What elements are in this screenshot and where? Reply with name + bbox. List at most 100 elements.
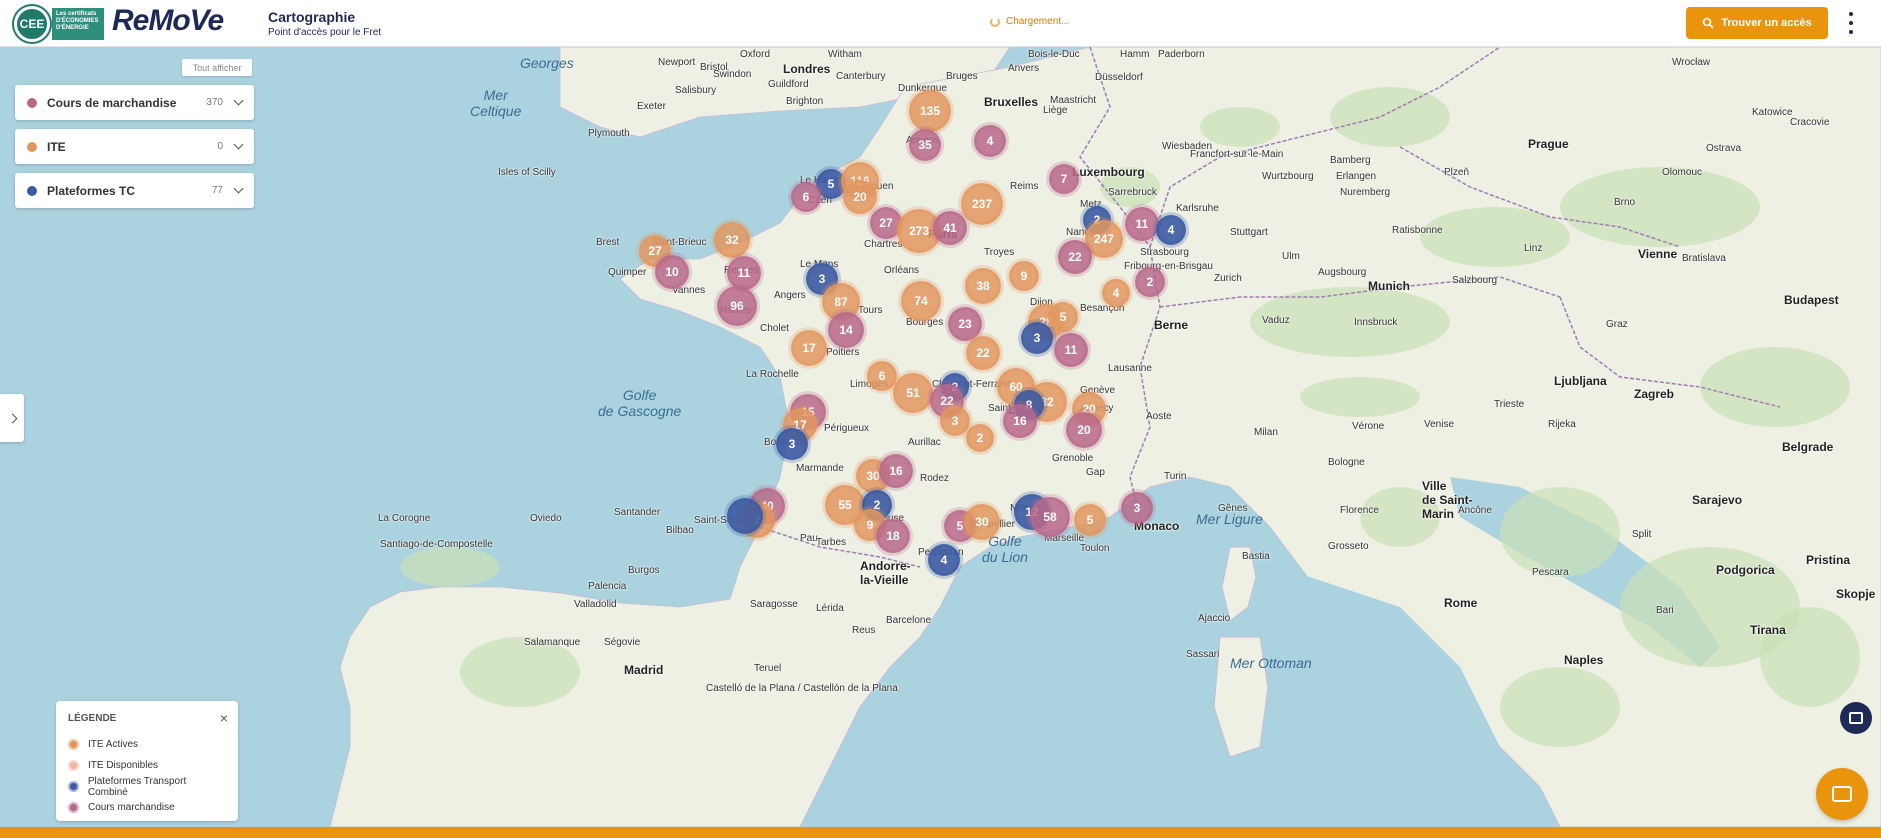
map-label: Wrocław — [1672, 57, 1711, 68]
map-cluster-marker[interactable]: 237 — [961, 183, 1003, 225]
map-label: Innsbruck — [1354, 317, 1398, 328]
map-cluster-marker[interactable]: 3 — [1121, 492, 1153, 524]
map-cluster-marker[interactable]: 17 — [791, 330, 827, 366]
map-label: Swindon — [713, 69, 752, 80]
map-cluster-marker[interactable]: 20 — [1066, 412, 1102, 448]
map-label: Quimper — [608, 267, 647, 278]
map-cluster-marker[interactable]: 6 — [867, 361, 897, 391]
map-legend: LÉGENDE × ITE Actives ITE Disponibles Pl… — [56, 701, 238, 821]
map-cluster-marker[interactable]: 96 — [717, 286, 757, 326]
map-label: Belgrade — [1782, 440, 1834, 454]
map-label: Brighton — [786, 96, 824, 107]
map-label: Exeter — [637, 101, 666, 112]
filter-plateformes-tc[interactable]: Plateformes TC 77 — [15, 173, 254, 208]
more-menu-icon[interactable] — [1844, 12, 1858, 34]
map-cluster-marker[interactable]: 135 — [909, 90, 951, 132]
map-label: Rome — [1444, 596, 1478, 610]
map-cluster-marker[interactable]: 58 — [1030, 497, 1070, 537]
map-cluster-marker[interactable]: 16 — [879, 454, 913, 488]
map-cluster-marker[interactable]: 30 — [964, 504, 1000, 540]
chat-icon — [1832, 786, 1852, 802]
map-cluster-marker[interactable]: 22 — [1058, 240, 1092, 274]
map-label: Golfe de Gascogne — [598, 387, 682, 419]
page-title: Cartographie — [268, 9, 356, 25]
map-cluster-marker[interactable]: 11 — [1054, 333, 1088, 367]
chevron-right-icon — [7, 413, 17, 423]
map-cluster-marker[interactable]: 10 — [655, 255, 689, 289]
map-cluster-marker[interactable]: 5 — [1048, 302, 1078, 332]
legend-dot — [68, 781, 79, 792]
map-label: Ljubljana — [1554, 374, 1607, 388]
legend-label: Cours marchandise — [88, 802, 175, 813]
show-all-button[interactable]: Tout afficher — [182, 59, 252, 76]
map-cluster-marker[interactable]: 2 — [1135, 267, 1165, 297]
map-cluster-marker[interactable]: 35 — [909, 129, 941, 161]
map-cluster-marker[interactable]: 20 — [843, 180, 877, 214]
map-label: Erlangen — [1336, 171, 1377, 182]
map-cluster-marker[interactable]: 4 — [928, 544, 960, 576]
map-label: La Corogne — [378, 513, 431, 524]
map-label: Liège — [1043, 105, 1068, 116]
map-label: Sarrebruck — [1108, 187, 1157, 198]
map-canvas[interactable]: Georges Newport Bristol Londres Oxford Witham… — [0, 47, 1881, 827]
map-label: Ajaccio — [1198, 613, 1231, 624]
map-cluster-marker[interactable]: 74 — [901, 281, 941, 321]
map-label: Hamm — [1120, 49, 1150, 60]
map-cluster-marker[interactable]: 6 — [791, 182, 821, 212]
filter-color-dot — [27, 141, 37, 152]
filter-color-dot — [27, 97, 37, 108]
map-label: Mer Celtique — [470, 87, 522, 119]
map-label: Paderborn — [1158, 49, 1205, 60]
chat-button[interactable] — [1816, 768, 1868, 820]
map-cluster-marker[interactable]: 32 — [714, 222, 750, 258]
forest-area — [1300, 377, 1420, 417]
map-cluster-marker[interactable]: 4 — [1102, 279, 1130, 307]
find-access-button[interactable]: Trouver un accès — [1686, 7, 1828, 39]
map-label: Podgorica — [1716, 563, 1775, 577]
map-label: Wurtzbourg — [1262, 171, 1314, 182]
legend-item: Plateformes Transport Combiné — [68, 775, 226, 798]
map-label: Munich — [1368, 279, 1410, 293]
filter-ite[interactable]: ITE 0 — [15, 129, 254, 164]
sidebar-expand-button[interactable] — [0, 394, 24, 442]
map-cluster-marker[interactable]: 18 — [876, 519, 910, 553]
map-cluster-marker[interactable]: 51 — [893, 373, 933, 413]
map-label: Angers — [774, 290, 806, 301]
map-cluster-marker[interactable]: 5 — [1074, 504, 1106, 536]
map-cluster-marker[interactable]: 38 — [965, 268, 1001, 304]
legend-dot — [68, 802, 79, 813]
map-label: Berne — [1154, 318, 1189, 332]
map-label: Ostrava — [1706, 143, 1742, 154]
map-cluster-marker[interactable]: 16 — [1003, 404, 1037, 438]
map-label: Orléans — [884, 265, 920, 276]
filter-cours-marchandise[interactable]: Cours de marchandise 370 — [15, 85, 254, 120]
close-icon[interactable]: × — [220, 710, 228, 726]
map-cluster-marker[interactable]: 3 — [1021, 322, 1053, 354]
bottom-progress-bar — [0, 827, 1881, 838]
map-cluster-marker[interactable]: 4 — [974, 125, 1006, 157]
map-label: Zagreb — [1634, 387, 1675, 401]
map-cluster-marker[interactable]: 11 — [727, 256, 761, 290]
map-cluster-marker[interactable] — [727, 498, 763, 534]
map-cluster-marker[interactable]: 14 — [828, 312, 864, 348]
legend-title: LÉGENDE — [68, 713, 117, 724]
page-subtitle: Point d'accès pour le Fret — [268, 27, 382, 38]
map-cluster-marker[interactable]: 3 — [940, 406, 970, 436]
map-cluster-marker[interactable]: 3 — [776, 428, 808, 460]
map-label: Pristina — [1806, 553, 1851, 567]
legend-label: Plateformes Transport Combiné — [87, 775, 187, 798]
map-label: Prague — [1528, 137, 1569, 151]
map-label: Katowice — [1752, 107, 1793, 118]
map-cluster-marker[interactable]: 22 — [966, 336, 1000, 370]
map-cluster-marker[interactable]: 41 — [933, 211, 967, 245]
map-cluster-marker[interactable]: 4 — [1156, 215, 1186, 245]
layers-button[interactable] — [1840, 702, 1872, 734]
map-cluster-marker[interactable]: 7 — [1049, 164, 1079, 194]
map-cluster-marker[interactable]: 11 — [1125, 207, 1159, 241]
map-label: Sarajevo — [1692, 493, 1743, 507]
map-label: Madrid — [624, 663, 664, 677]
legend-item: Cours marchandise — [68, 797, 226, 818]
map-cluster-marker[interactable]: 2 — [966, 424, 994, 452]
map-label: Bratislava — [1682, 253, 1726, 264]
map-cluster-marker[interactable]: 9 — [1009, 261, 1039, 291]
